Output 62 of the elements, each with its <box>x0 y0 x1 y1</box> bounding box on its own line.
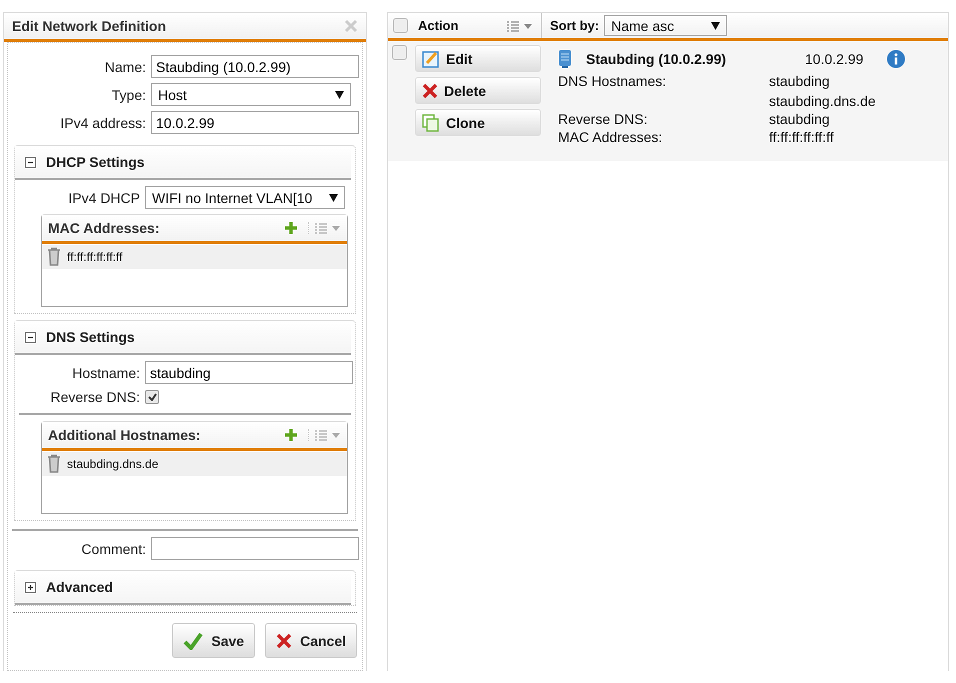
collapse-icon[interactable] <box>25 156 36 168</box>
list-item: ff:ff:ff:ff:ff:ff <box>67 250 122 264</box>
detail-value: staubding <box>769 111 831 127</box>
host-name: Staubding (10.0.2.99) <box>586 51 728 67</box>
comment-field[interactable] <box>151 537 359 560</box>
field-label: Comment: <box>80 540 146 556</box>
cancel-button[interactable]: Cancel <box>265 623 357 658</box>
dhcp-select[interactable]: WIFI no Internet VLAN[10 <box>145 186 345 209</box>
trash-icon[interactable] <box>47 247 61 267</box>
field-label: Hostname: <box>71 364 140 380</box>
reverse-dns-checkbox[interactable] <box>145 390 159 404</box>
field-label: IPv4 DHCP <box>67 190 140 206</box>
select-all-checkbox[interactable] <box>393 18 408 33</box>
dialog-title: Edit Network Definition <box>12 18 166 34</box>
copy-icon <box>422 114 440 132</box>
list-menu-icon[interactable] <box>308 222 341 234</box>
x-icon <box>276 632 292 648</box>
host-address: 10.0.2.99 <box>805 51 864 67</box>
field-label: Name: <box>104 58 146 74</box>
x-icon <box>422 82 438 98</box>
section-title[interactable]: DHCP Settings <box>46 154 145 170</box>
list-menu-icon[interactable] <box>308 429 341 441</box>
list-title: Additional Hostnames: <box>48 427 202 443</box>
delete-button[interactable]: Delete <box>415 77 541 104</box>
dropdown-arrow-icon <box>711 22 720 30</box>
pencil-icon <box>422 50 440 68</box>
dropdown-arrow-icon <box>335 90 344 98</box>
detail-label: Reverse DNS: <box>558 111 648 127</box>
type-select[interactable]: Host <box>151 83 351 106</box>
field-label: IPv4 address: <box>59 114 146 130</box>
text-field[interactable]: 10.0.2.99 <box>151 111 359 134</box>
add-icon[interactable] <box>284 428 298 442</box>
row-checkbox[interactable] <box>392 45 407 60</box>
text-field[interactable]: Staubding (10.0.2.99) <box>151 55 359 78</box>
host-icon <box>558 49 572 69</box>
detail-label: MAC Addresses: <box>558 129 664 145</box>
detail-label: DNS Hostnames: <box>558 73 668 91</box>
detail-value: staubding.dns.de <box>769 93 877 109</box>
dropdown-arrow-icon <box>329 194 338 202</box>
save-button[interactable]: Save <box>172 623 256 658</box>
detail-value: staubding <box>769 73 831 89</box>
field-label: Reverse DNS: <box>50 389 140 405</box>
section-title[interactable]: Advanced <box>46 579 113 595</box>
info-icon[interactable] <box>887 50 905 68</box>
add-icon[interactable] <box>284 221 298 235</box>
sort-label: Sort by: <box>550 18 600 33</box>
trash-icon[interactable] <box>47 454 61 474</box>
sort-select[interactable]: Name asc <box>604 15 728 36</box>
list-title: MAC Addresses: <box>48 220 161 236</box>
field-label: Type: <box>110 86 146 102</box>
list-menu-icon[interactable] <box>507 20 533 32</box>
hostname-field[interactable]: staubding <box>145 361 353 384</box>
clone-button[interactable]: Clone <box>415 109 541 136</box>
column-header: Action <box>418 18 460 33</box>
collapse-icon[interactable] <box>25 332 36 342</box>
section-title[interactable]: DNS Settings <box>46 329 135 345</box>
detail-value: ff:ff:ff:ff:ff:ff <box>769 129 835 145</box>
checkmark-icon <box>183 632 204 650</box>
expand-icon[interactable] <box>25 582 36 592</box>
checkmark-icon <box>148 393 156 401</box>
list-item: staubding.dns.de <box>67 457 158 471</box>
edit-button[interactable]: Edit <box>415 45 541 72</box>
